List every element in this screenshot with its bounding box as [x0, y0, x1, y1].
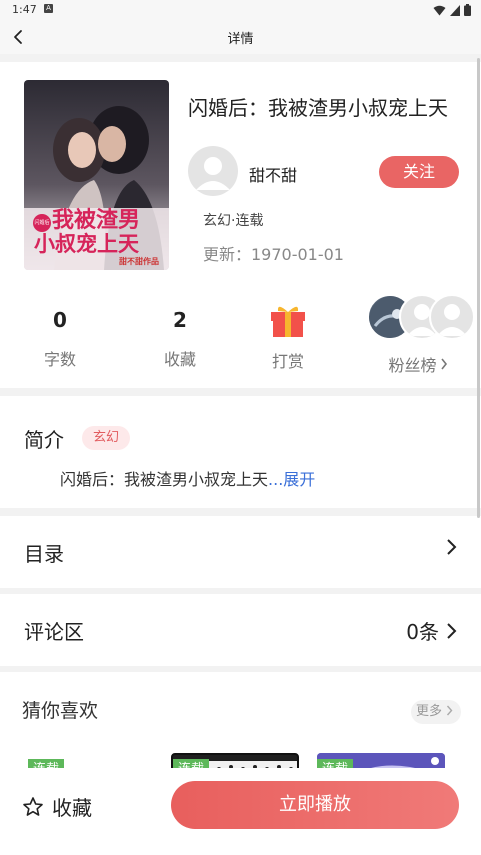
fan-avatars[interactable] — [367, 294, 477, 340]
intro-text: 闪婚后：我被渣男小叔宠上天...展开 — [60, 470, 316, 489]
favorites-count: 2 — [173, 308, 187, 332]
intro-card: 简介 玄幻 闪婚后：我被渣男小叔宠上天...展开 — [0, 396, 481, 508]
catalog-row[interactable]: 目录 — [0, 516, 481, 588]
gift-icon — [271, 306, 305, 337]
comments-label: 评论区 — [24, 620, 84, 644]
signal-icon — [450, 4, 460, 16]
fan-avatar — [429, 294, 475, 340]
star-icon — [23, 796, 43, 816]
page-title: 详情 — [227, 32, 254, 47]
expand-link[interactable]: ...展开 — [268, 470, 315, 489]
chevron-right-icon — [447, 622, 457, 639]
status-icons — [433, 3, 471, 17]
words-label: 字数 — [43, 350, 76, 369]
play-now-button[interactable]: 立即播放 — [171, 781, 459, 829]
intro-title: 简介 — [24, 428, 64, 452]
book-cover[interactable]: 我被渣男 小叔宠上天 甜不甜作品 闪婚后 — [24, 80, 169, 270]
scrollbar[interactable] — [477, 58, 480, 518]
status-time: 1:47 — [12, 3, 37, 16]
author-avatar[interactable] — [188, 146, 238, 196]
bottom-bar: 收藏 立即播放 — [0, 768, 481, 855]
nav-bar: 详情 — [0, 20, 481, 54]
author-name[interactable]: 甜不甜 — [249, 162, 297, 186]
book-title: 闪婚后：我被渣男小叔宠上天 — [188, 96, 448, 120]
stat-words: 0 字数 — [20, 292, 100, 370]
words-count: 0 — [53, 308, 67, 332]
chevron-right-icon — [447, 705, 453, 716]
book-tags: 玄幻·连载 — [203, 213, 264, 229]
stat-favorites: 2 收藏 — [140, 292, 220, 370]
wifi-icon — [433, 5, 446, 15]
battery-icon — [464, 4, 471, 16]
collect-label: 收藏 — [52, 796, 92, 820]
comments-row[interactable]: 评论区 0条 — [0, 594, 481, 666]
favorites-label: 收藏 — [163, 350, 196, 369]
follow-button[interactable]: 关注 — [379, 156, 459, 188]
user-placeholder-icon — [196, 157, 230, 190]
chevron-right-icon — [440, 358, 447, 370]
status-bar: 1:47 A — [0, 0, 481, 20]
chevron-right-icon — [447, 539, 457, 555]
catalog-label: 目录 — [24, 542, 64, 566]
collect-button[interactable]: 收藏 — [22, 792, 92, 821]
more-button[interactable]: 更多 — [411, 700, 461, 724]
user-placeholder-icon — [437, 304, 467, 336]
recommend-title: 猜你喜欢 — [22, 700, 99, 722]
cover-badge: 闪婚后 — [33, 214, 51, 232]
fans-label: 粉丝榜 — [388, 356, 437, 375]
cover-title: 我被渣男 小叔宠上天 甜不甜作品 — [34, 207, 159, 266]
intro-tag: 玄幻 — [82, 426, 131, 450]
reward-label: 打赏 — [271, 352, 304, 371]
notification-icon: A — [44, 4, 53, 13]
comments-count: 0条 — [406, 620, 439, 644]
stat-reward[interactable]: 打赏 — [248, 292, 328, 372]
update-date: 更新：1970-01-01 — [203, 245, 344, 264]
